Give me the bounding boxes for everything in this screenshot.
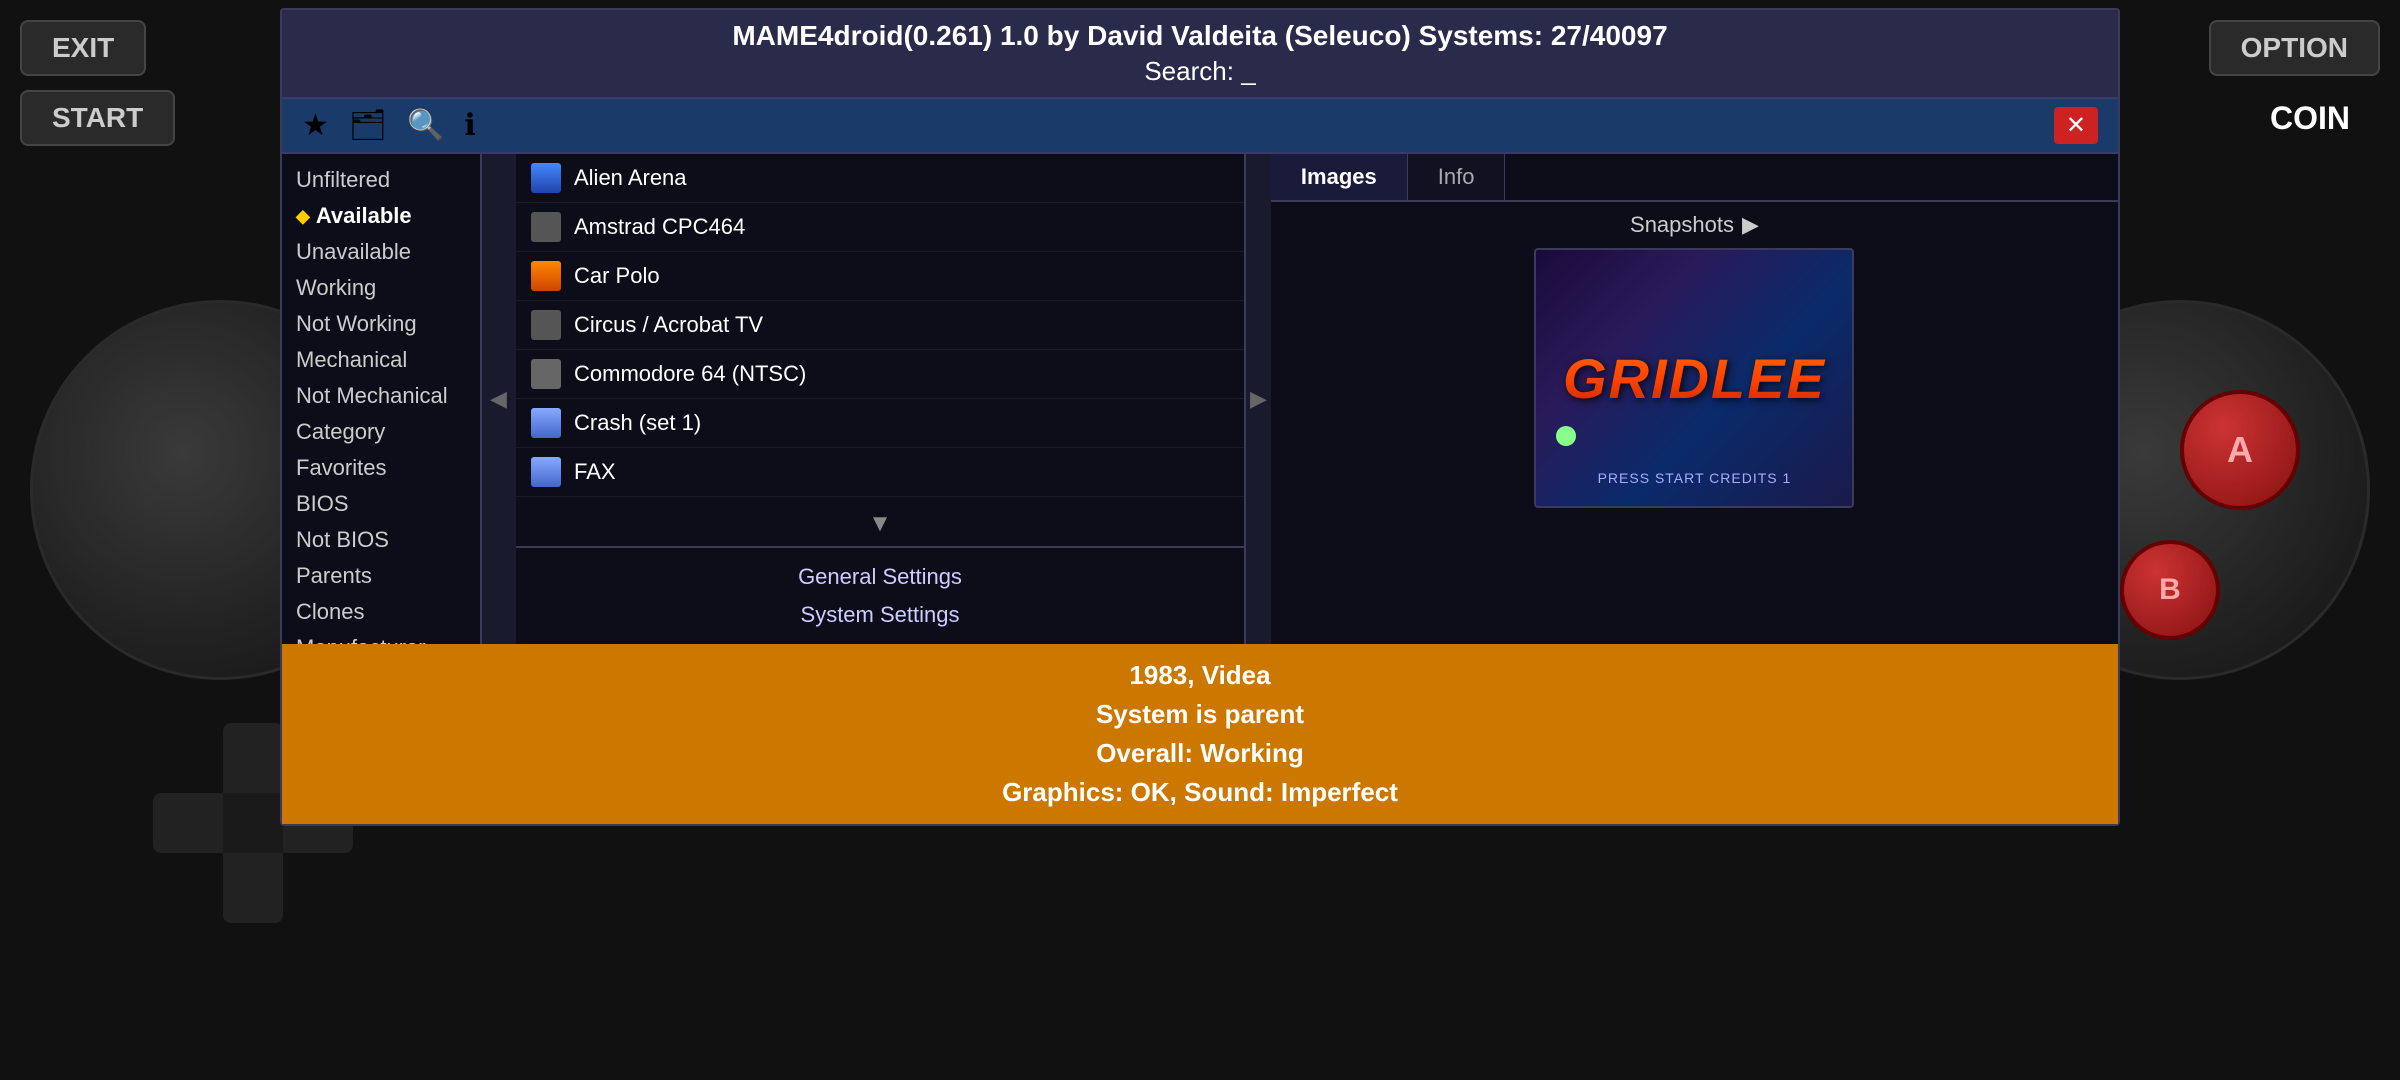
filter-not-mechanical[interactable]: Not Mechanical: [282, 378, 480, 414]
dialog-content: Unfiltered ◆Available Unavailable Workin…: [282, 154, 2118, 644]
scroll-left-arrow[interactable]: ◀: [482, 383, 516, 416]
game-name-fax: FAX: [574, 459, 616, 485]
game-icon-circus: [528, 307, 564, 343]
filter-available[interactable]: ◆Available: [282, 198, 480, 234]
button-b[interactable]: B: [2120, 540, 2220, 640]
game-item-circus[interactable]: Circus / Acrobat TV: [516, 301, 1244, 350]
scroll-down-indicator[interactable]: ▼: [516, 502, 1244, 546]
main-dialog: MAME4droid(0.261) 1.0 by David Valdeita …: [280, 8, 2120, 826]
game-list-panel: Alien Arena Amstrad CPC464 Car Polo: [516, 154, 1246, 644]
game-icon-amstrad: [528, 209, 564, 245]
info-line3: Overall: Working: [1096, 738, 1304, 768]
game-logo: GRIDLEE: [1563, 346, 1826, 411]
game-item-alien-arena[interactable]: Alien Arena: [516, 154, 1244, 203]
info-line4: Graphics: OK, Sound: Imperfect: [1002, 777, 1398, 807]
game-name-crash: Crash (set 1): [574, 410, 701, 436]
game-icon-crash: [528, 405, 564, 441]
game-icon-car-polo: [528, 258, 564, 294]
game-icon-fax: [528, 454, 564, 490]
info-line2: System is parent: [1096, 699, 1304, 729]
game-name-amstrad: Amstrad CPC464: [574, 214, 745, 240]
scroll-right-arrow[interactable]: ▶: [1246, 382, 1271, 416]
filter-parents[interactable]: Parents: [282, 558, 480, 594]
preview-tabs: Images Info: [1271, 154, 2118, 202]
filter-favorites[interactable]: Favorites: [282, 450, 480, 486]
preview-content: Snapshots ▶ GRIDLEE PRESS START CREDITS …: [1271, 202, 2118, 644]
game-item-amstrad[interactable]: Amstrad CPC464: [516, 203, 1244, 252]
game-item-crash[interactable]: Crash (set 1): [516, 399, 1244, 448]
filter-unavailable[interactable]: Unavailable: [282, 234, 480, 270]
filter-manufacturer[interactable]: Manufacturer: [282, 630, 480, 644]
game-icon-alien-arena: [528, 160, 564, 196]
game-item-fax[interactable]: FAX: [516, 448, 1244, 497]
info-line1: 1983, Videa: [1129, 660, 1270, 690]
start-button[interactable]: START: [20, 90, 175, 146]
tab-info[interactable]: Info: [1408, 154, 1506, 200]
general-settings-button[interactable]: General Settings: [526, 558, 1234, 596]
filter-clones[interactable]: Clones: [282, 594, 480, 630]
search-label: Search:: [1144, 56, 1234, 86]
game-item-car-polo[interactable]: Car Polo: [516, 252, 1244, 301]
filter-mechanical[interactable]: Mechanical: [282, 342, 480, 378]
filter-not-bios[interactable]: Not BIOS: [282, 522, 480, 558]
game-name-commodore: Commodore 64 (NTSC): [574, 361, 806, 387]
filter-unfiltered[interactable]: Unfiltered: [282, 162, 480, 198]
game-name-circus: Circus / Acrobat TV: [574, 312, 763, 338]
character-sprite: [1556, 426, 1576, 446]
filter-not-working[interactable]: Not Working: [282, 306, 480, 342]
info-bar: 1983, Videa System is parent Overall: Wo…: [282, 644, 2118, 824]
game-list-footer: General Settings System Settings: [516, 546, 1244, 644]
filter-working[interactable]: Working: [282, 270, 480, 306]
app-title: MAME4droid(0.261) 1.0 by David Valdeita …: [302, 20, 2098, 52]
dialog-toolbar: ★ 🗂 🔍 ℹ ✕: [282, 99, 2118, 154]
game-name-alien-arena: Alien Arena: [574, 165, 687, 191]
press-start-text: PRESS START CREDITS 1: [1598, 470, 1792, 486]
filter-panel: Unfiltered ◆Available Unavailable Workin…: [282, 154, 482, 644]
option-button[interactable]: OPTION: [2209, 20, 2380, 76]
snapshots-label[interactable]: Snapshots ▶: [1630, 212, 1759, 238]
game-icon-commodore: [528, 356, 564, 392]
dpad-center: [223, 793, 283, 853]
game-item-commodore[interactable]: Commodore 64 (NTSC): [516, 350, 1244, 399]
search-cursor: _: [1241, 56, 1255, 86]
info-icon[interactable]: ℹ: [464, 108, 475, 143]
active-diamond: ◆: [296, 206, 310, 227]
exit-button[interactable]: EXIT: [20, 20, 146, 76]
close-button[interactable]: ✕: [2054, 107, 2098, 144]
filter-category[interactable]: Category: [282, 414, 480, 450]
search-icon[interactable]: 🔍: [407, 108, 444, 143]
game-preview-image: GRIDLEE PRESS START CREDITS 1: [1534, 248, 1854, 508]
search-row: Search: _: [302, 56, 2098, 87]
info-bar-text: 1983, Videa System is parent Overall: Wo…: [302, 656, 2098, 812]
filter-bios[interactable]: BIOS: [282, 486, 480, 522]
game-list: Alien Arena Amstrad CPC464 Car Polo: [516, 154, 1244, 502]
favorites-icon[interactable]: ★: [302, 108, 329, 143]
snapshots-text: Snapshots: [1630, 212, 1734, 238]
game-name-car-polo: Car Polo: [574, 263, 660, 289]
game-item-fax2[interactable]: FAX 2: [516, 497, 1244, 502]
dialog-header: MAME4droid(0.261) 1.0 by David Valdeita …: [282, 10, 2118, 99]
preview-panel: Images Info Snapshots ▶ GRIDLEE PRESS ST…: [1271, 154, 2118, 644]
snapshots-arrow: ▶: [1742, 212, 1759, 238]
button-a[interactable]: A: [2180, 390, 2300, 510]
coin-button[interactable]: COIN: [2240, 90, 2380, 147]
system-settings-button[interactable]: System Settings: [526, 596, 1234, 634]
folder-icon[interactable]: 🗂: [349, 108, 387, 143]
tab-images[interactable]: Images: [1271, 154, 1408, 200]
